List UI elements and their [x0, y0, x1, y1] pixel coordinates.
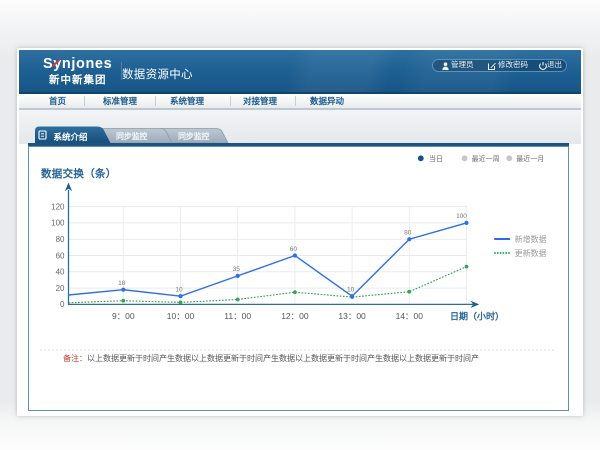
- svg-text:最近一月: 最近一月: [516, 154, 544, 163]
- svg-text:80: 80: [56, 235, 65, 244]
- svg-text:当日: 当日: [429, 154, 443, 163]
- svg-text:0: 0: [60, 300, 65, 309]
- svg-text:新增数据: 新增数据: [515, 234, 547, 244]
- svg-text:100: 100: [51, 219, 65, 228]
- svg-text:数据交换（条）: 数据交换（条）: [40, 167, 117, 180]
- svg-text:13：00: 13：00: [338, 311, 366, 321]
- svg-text:备注：以上数据更新于时间产生数据以上数据更新于时间产生数据以: 备注：以上数据更新于时间产生数据以上数据更新于时间产生数据以上数据更新于时间产生…: [63, 353, 479, 363]
- svg-text:10: 10: [347, 287, 355, 294]
- svg-text:9：00: 9：00: [112, 311, 135, 321]
- svg-text:最近一周: 最近一周: [472, 154, 500, 163]
- svg-text:60: 60: [56, 251, 65, 260]
- svg-text:100: 100: [456, 213, 467, 220]
- svg-text:日期（小时）: 日期（小时）: [450, 311, 504, 322]
- svg-text:12：00: 12：00: [281, 311, 309, 321]
- svg-text:60: 60: [290, 246, 298, 253]
- svg-text:10: 10: [175, 287, 183, 294]
- svg-text:80: 80: [404, 230, 412, 237]
- svg-text:18: 18: [118, 280, 126, 287]
- svg-text:120: 120: [51, 202, 65, 211]
- svg-text:11：00: 11：00: [224, 311, 251, 321]
- svg-text:20: 20: [56, 284, 65, 293]
- svg-text:35: 35: [233, 266, 241, 273]
- svg-text:40: 40: [56, 268, 65, 277]
- svg-text:14：00: 14：00: [396, 311, 424, 321]
- svg-text:更新数据: 更新数据: [515, 248, 547, 258]
- svg-text:10：00: 10：00: [167, 311, 195, 321]
